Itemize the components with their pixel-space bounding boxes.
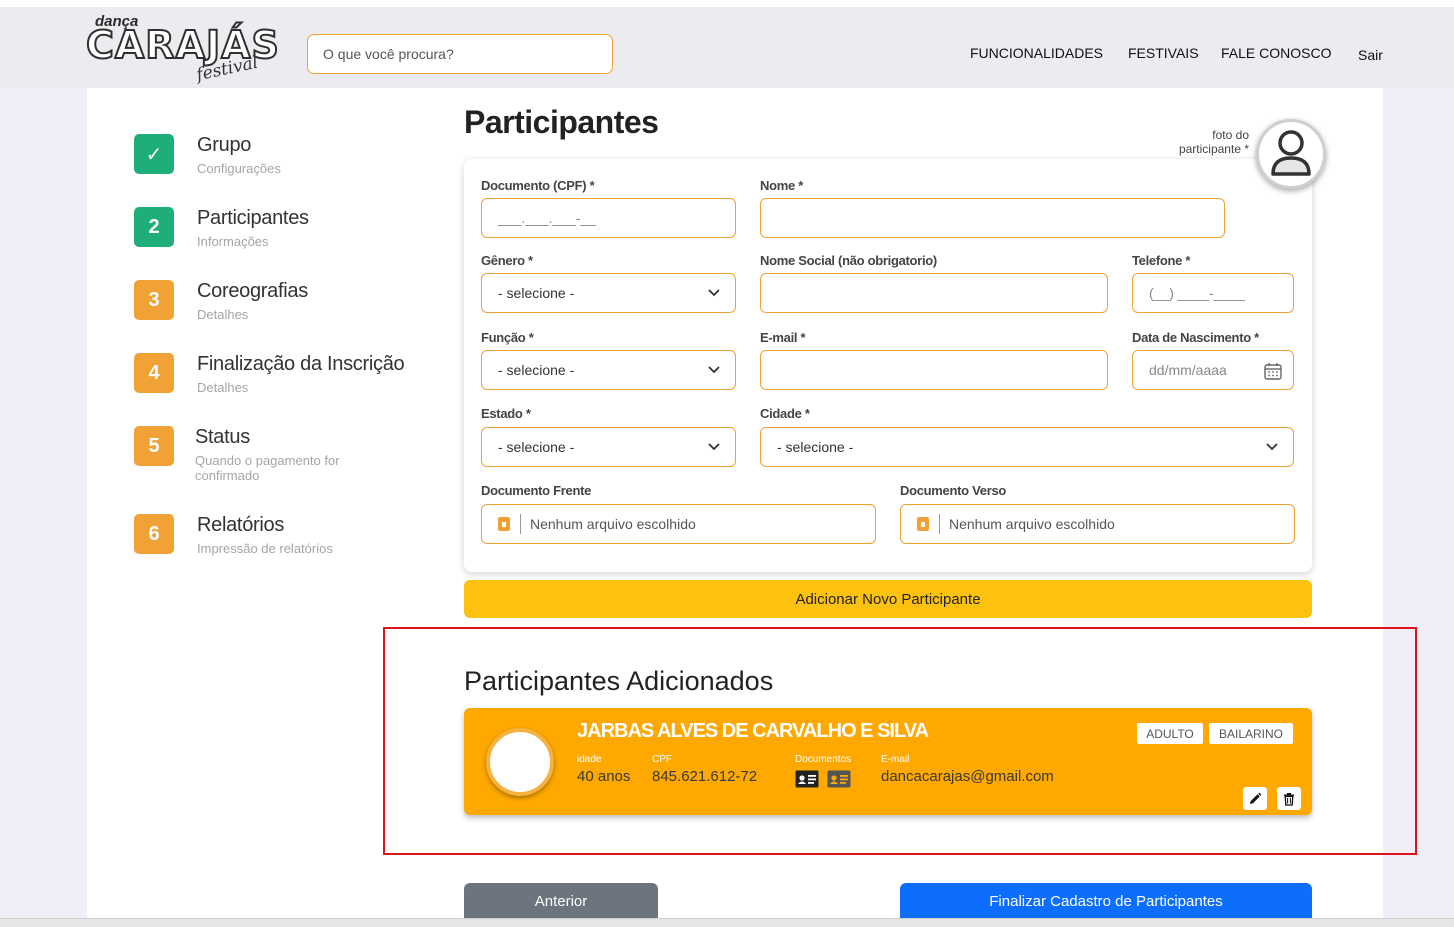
nome-social-field[interactable] xyxy=(760,273,1108,313)
id-card-back-icon[interactable] xyxy=(827,770,851,788)
trash-icon xyxy=(1284,792,1294,806)
file-upload-icon xyxy=(917,517,929,531)
chevron-down-icon xyxy=(708,289,720,297)
calendar-icon[interactable] xyxy=(1263,361,1283,381)
added-section-title: Participantes Adicionados xyxy=(464,666,774,696)
avatar xyxy=(486,728,554,796)
funcao-value: - selecione - xyxy=(498,362,575,378)
step-number: 5 xyxy=(134,426,174,466)
doc-verso-label: Documento Verso xyxy=(900,483,1007,498)
step-number: 2 xyxy=(134,207,174,247)
nascimento-label: Data de Nascimento * xyxy=(1132,330,1259,345)
telefone-label: Telefone * xyxy=(1132,253,1191,268)
page-title: Participantes xyxy=(464,104,659,140)
step-number: 3 xyxy=(134,280,174,320)
horizontal-scrollbar[interactable] xyxy=(0,918,1454,927)
step-title: Grupo xyxy=(197,134,252,156)
add-participant-button[interactable]: Adicionar Novo Participante xyxy=(464,580,1312,618)
delete-button[interactable] xyxy=(1277,787,1301,810)
doc-verso-input[interactable]: Nenhum arquivo escolhido xyxy=(900,504,1295,544)
email-value: dancacarajas@gmail.com xyxy=(881,768,1054,785)
email-label: E-mail * xyxy=(760,330,806,345)
nav-funcionalidades[interactable]: FUNCIONALIDADES xyxy=(970,45,1103,61)
tag-adulto: ADULTO xyxy=(1137,723,1203,744)
cpf-value: 845.621.612-72 xyxy=(652,768,758,785)
email-field[interactable] xyxy=(760,350,1108,390)
genero-value: - selecione - xyxy=(498,285,575,301)
step-subtitle: Informações xyxy=(197,234,269,249)
logo[interactable]: dança CARAJÁS festival xyxy=(85,11,280,85)
funcao-label: Função * xyxy=(481,330,534,345)
step-number: 4 xyxy=(134,353,174,393)
cidade-select[interactable]: - selecione - xyxy=(760,427,1294,467)
nascimento-field[interactable]: dd/mm/aaaa xyxy=(1132,350,1294,390)
cpf-placeholder: ___.___.___-__ xyxy=(498,210,597,226)
cidade-label: Cidade * xyxy=(760,406,810,421)
photo-label: foto do participante * xyxy=(1178,128,1249,156)
check-icon: ✓ xyxy=(134,134,174,174)
telefone-placeholder: (__) ____-____ xyxy=(1149,285,1245,301)
nascimento-placeholder: dd/mm/aaaa xyxy=(1149,362,1227,378)
funcao-select[interactable]: - selecione - xyxy=(481,350,736,390)
telefone-field[interactable]: (__) ____-____ xyxy=(1132,273,1294,313)
email-mini-label: E-mail xyxy=(881,754,910,765)
previous-button[interactable]: Anterior xyxy=(464,883,658,920)
step-number: 6 xyxy=(134,514,174,554)
cpf-label: Documento (CPF) * xyxy=(481,178,595,193)
site-header: dança CARAJÁS festival FUNCIONALIDADES F… xyxy=(0,7,1454,88)
edit-button[interactable] xyxy=(1243,787,1267,810)
chevron-down-icon xyxy=(708,366,720,374)
step-subtitle: Configurações xyxy=(197,161,281,176)
doc-frente-value: Nenhum arquivo escolhido xyxy=(530,516,696,532)
participant-name: JARBAS ALVES DE CARVALHO E SILVA xyxy=(577,720,929,742)
idade-label: idade xyxy=(577,754,602,765)
estado-select[interactable]: - selecione - xyxy=(481,427,736,467)
search-input[interactable] xyxy=(307,34,613,74)
estado-label: Estado * xyxy=(481,406,531,421)
docs-label: Documentos xyxy=(795,754,852,765)
step-title: Status xyxy=(195,426,250,448)
nav-festivais[interactable]: FESTIVAIS xyxy=(1128,45,1199,61)
nome-social-label: Nome Social (não obrigatorio) xyxy=(760,253,937,268)
cidade-value: - selecione - xyxy=(777,439,854,455)
chevron-down-icon xyxy=(708,443,720,451)
cpf-mini-label: CPF xyxy=(652,754,672,765)
doc-frente-input[interactable]: Nenhum arquivo escolhido xyxy=(481,504,876,544)
step-subtitle: Detalhes xyxy=(197,380,249,395)
file-upload-icon xyxy=(498,517,510,531)
nome-label: Nome * xyxy=(760,178,803,193)
step-subtitle: Detalhes xyxy=(197,307,249,322)
top-strip xyxy=(0,0,1454,7)
participant-card: JARBAS ALVES DE CARVALHO E SILVA ADULTO … xyxy=(464,708,1312,815)
nav-sair[interactable]: Sair xyxy=(1358,47,1383,63)
genero-select[interactable]: - selecione - xyxy=(481,273,736,313)
nav-fale-conosco[interactable]: FALE CONOSCO xyxy=(1221,45,1331,61)
chevron-down-icon xyxy=(1266,443,1278,451)
step-title: Finalização da Inscrição xyxy=(197,353,405,375)
finish-participants-button[interactable]: Finalizar Cadastro de Participantes xyxy=(900,883,1312,920)
file-divider xyxy=(520,514,521,534)
doc-verso-value: Nenhum arquivo escolhido xyxy=(949,516,1115,532)
step-title: Relatórios xyxy=(197,514,285,536)
genero-label: Gênero * xyxy=(481,253,533,268)
cpf-field[interactable]: ___.___.___-__ xyxy=(481,198,736,238)
doc-frente-label: Documento Frente xyxy=(481,483,592,498)
step-title: Coreografias xyxy=(197,280,308,302)
file-divider xyxy=(939,514,940,534)
nome-field[interactable] xyxy=(760,198,1225,238)
id-card-front-icon[interactable] xyxy=(795,770,819,788)
tag-bailarino: BAILARINO xyxy=(1209,723,1293,744)
step-subtitle: Quando o pagamento for confirmado xyxy=(195,453,340,483)
estado-value: - selecione - xyxy=(498,439,575,455)
participant-photo-upload[interactable] xyxy=(1256,119,1326,189)
user-icon xyxy=(1271,130,1311,176)
step-subtitle: Impressão de relatórios xyxy=(197,541,333,556)
step-title: Participantes xyxy=(197,207,309,229)
pencil-icon xyxy=(1250,792,1262,804)
idade-value: 40 anos xyxy=(577,768,631,785)
